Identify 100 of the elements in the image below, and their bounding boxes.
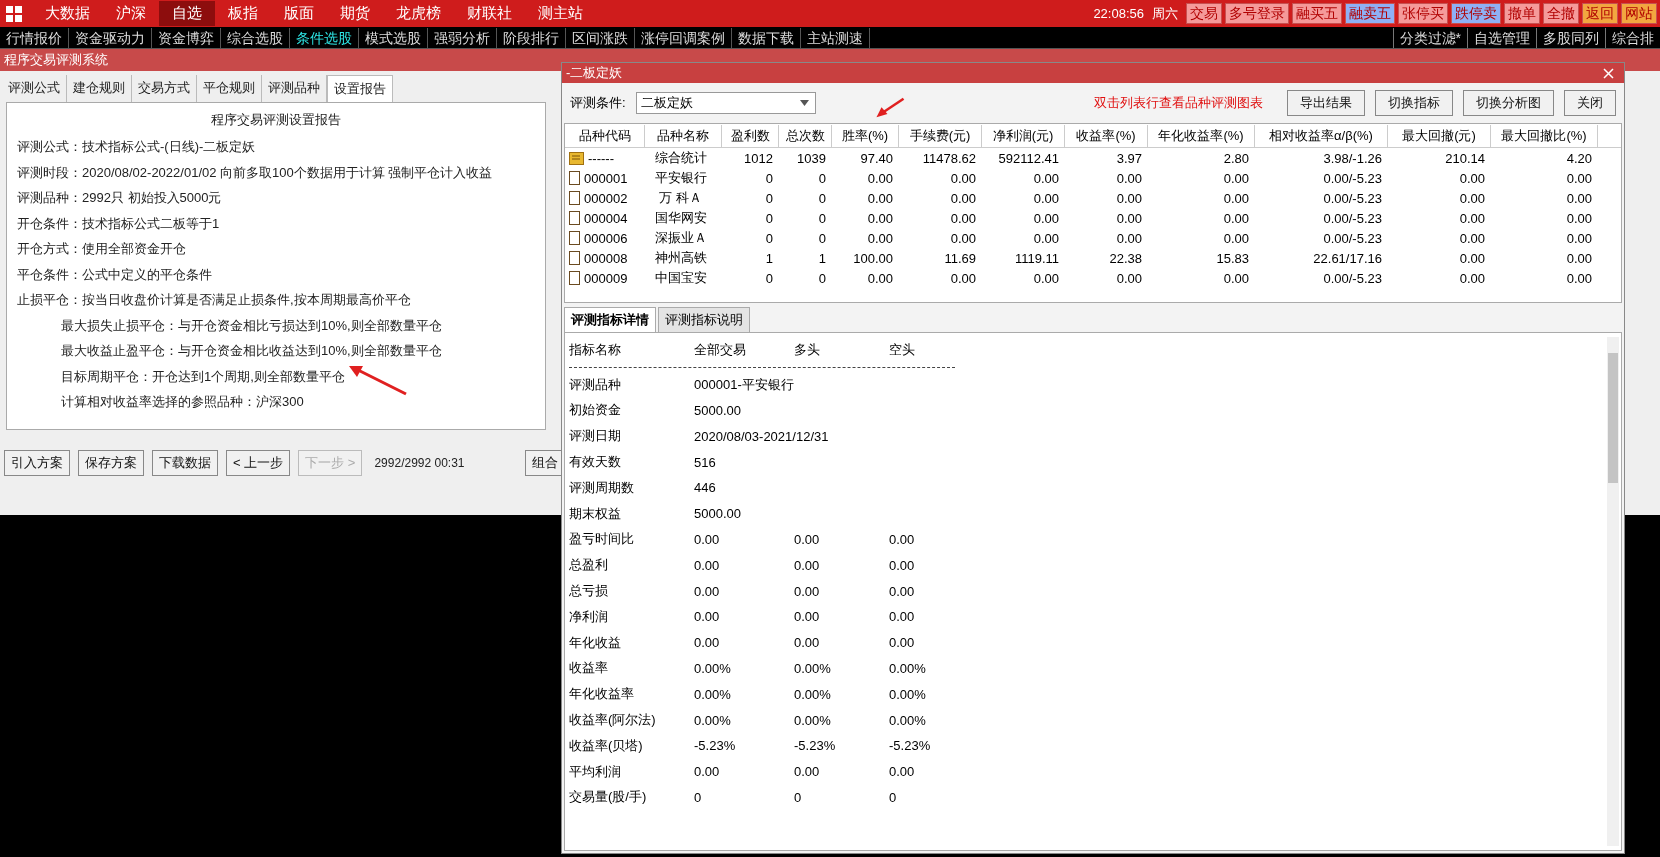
menu-item[interactable]: 板指	[215, 1, 271, 26]
caret-icon[interactable]	[799, 100, 809, 106]
table-cell-text: 0	[764, 270, 774, 286]
table-cell: 000004	[584, 210, 628, 226]
table-cell-text: 0.00	[1222, 170, 1250, 186]
toolbar-button[interactable]: 切换指标	[1375, 90, 1453, 116]
report-line: 止损平仓：按当日收盘价计算是否满足止损条件,按本周期最高价平仓	[16, 291, 412, 309]
condition-label: 评测条件:	[570, 94, 626, 112]
table-cell-text: 11.69	[943, 250, 977, 266]
table-cell-text: 0.00	[1458, 170, 1486, 186]
trade-button[interactable]: 融买五	[1292, 3, 1342, 24]
table-cell-text: 万 科Ａ	[658, 189, 703, 207]
menu-item[interactable]: 财联社	[454, 1, 525, 26]
window-title: 程序交易评测系统	[4, 51, 108, 69]
column-header[interactable]: 胜率(%)	[832, 124, 899, 147]
function-tab[interactable]: 数据下载	[732, 27, 801, 48]
table-cell-text: 1012	[743, 150, 774, 166]
toolbar-button[interactable]: 关闭	[1564, 90, 1616, 116]
metric-value: 0.00%	[694, 712, 732, 728]
function-tab[interactable]: 分类过滤*	[1392, 27, 1467, 48]
action-button[interactable]: 引入方案	[4, 450, 70, 476]
menu-item[interactable]: 期货	[327, 1, 383, 26]
condition-dropdown[interactable]: 二板定妖	[635, 92, 816, 114]
table-cell: 000009	[584, 270, 628, 286]
table-cell-text: 0.00	[1115, 230, 1143, 246]
table-cell-text: 210.14	[1444, 150, 1486, 166]
report-line: 平仓条件：公式中定义的平仓条件	[16, 265, 213, 284]
metric-name: 评测日期	[569, 427, 622, 446]
trade-button[interactable]: 网站	[1621, 3, 1657, 24]
function-tab[interactable]: 阶段排行	[497, 27, 566, 48]
toolbar-button[interactable]: 导出结果	[1287, 90, 1365, 116]
metric-name: 总盈利	[569, 556, 609, 575]
table-cell-text: 0.00	[949, 210, 977, 226]
metric-name: 评测周期数	[569, 478, 635, 497]
column-header[interactable]: 品种名称	[645, 124, 722, 147]
trade-button[interactable]: 返回	[1582, 3, 1618, 24]
document-icon	[569, 171, 580, 185]
action-button[interactable]: 保存方案	[78, 450, 144, 476]
tab[interactable]: 设置报告	[327, 75, 393, 102]
column-header[interactable]: 总次数	[779, 124, 832, 147]
table-cell-text: 平安银行	[653, 169, 708, 187]
table-cell-text: 0.00/-5.23	[1322, 190, 1383, 206]
function-tab[interactable]: 主站测速	[801, 27, 870, 48]
metric-name: 总亏损	[569, 582, 609, 601]
table-cell-text: 0.00	[1565, 230, 1593, 246]
function-tab[interactable]: 强弱分析	[428, 27, 497, 48]
column-header[interactable]: 品种代码	[565, 124, 645, 147]
function-tab[interactable]: 自选管理	[1467, 27, 1536, 48]
column-header[interactable]: 净利润(元)	[982, 124, 1065, 147]
table-cell-text: 0.00	[1458, 190, 1486, 206]
toolbar-button[interactable]: 切换分析图	[1463, 90, 1554, 116]
menu-item[interactable]: 自选	[159, 1, 215, 26]
table-cell-text: 4.20	[1565, 150, 1593, 166]
trade-button[interactable]: 张停买	[1398, 3, 1448, 24]
close-icon[interactable]	[1603, 67, 1614, 79]
trade-button[interactable]: 全撤	[1543, 3, 1579, 24]
function-tab[interactable]: 模式选股	[359, 27, 428, 48]
function-tab[interactable]: 资金驱动力	[69, 27, 152, 48]
trade-button[interactable]: 交易	[1186, 3, 1222, 24]
column-header[interactable]: 最大回撤比(%)	[1491, 124, 1598, 147]
column-header[interactable]: 最大回撤(元)	[1388, 124, 1491, 147]
annotation-arrow	[348, 364, 408, 396]
function-tab[interactable]: 资金博弈	[152, 27, 221, 48]
trade-button[interactable]: 撤单	[1504, 3, 1540, 24]
function-tab[interactable]: 多股同列	[1536, 27, 1605, 48]
menu-item[interactable]: 大数据	[32, 1, 103, 26]
table-cell-text: 1119.11	[1013, 250, 1060, 266]
report-title: 程序交易评测设置报告	[210, 111, 342, 129]
table-cell-text: 综合统计	[653, 149, 708, 167]
grid-icon[interactable]	[6, 5, 22, 22]
trade-button[interactable]: 多号登录	[1225, 3, 1289, 24]
table-cell-text: 0.00	[1222, 210, 1250, 226]
column-header[interactable]: 收益率(%)	[1065, 124, 1148, 147]
metric-value: 5000.00	[694, 403, 742, 418]
action-button[interactable]: < 上一步	[226, 450, 291, 476]
tab[interactable]: 评测指标说明	[658, 307, 750, 332]
function-tab[interactable]: 综合排	[1605, 27, 1660, 48]
column-header[interactable]: 相对收益率α/β(%)	[1255, 124, 1388, 147]
function-tab[interactable]: 条件选股	[290, 27, 359, 48]
function-tab[interactable]: 区间涨跌	[566, 27, 635, 48]
menu-item[interactable]: 沪深	[103, 1, 159, 26]
metric-name: 净利润	[569, 607, 609, 626]
metric-value: 0.00	[794, 764, 821, 780]
scrollbar[interactable]	[1607, 337, 1619, 846]
function-tab[interactable]: 行情报价	[0, 27, 69, 48]
action-button[interactable]: 下载数据	[152, 450, 218, 476]
menu-item[interactable]: 测主站	[525, 1, 596, 26]
function-tab[interactable]: 综合选股	[221, 27, 290, 48]
column-header[interactable]: 年化收益率(%)	[1148, 124, 1255, 147]
table-cell-text: 0.00	[949, 170, 977, 186]
column-header[interactable]: 盈利数	[722, 124, 779, 147]
function-tab[interactable]: 涨停回调案例	[635, 27, 732, 48]
tab[interactable]: 评测指标详情	[564, 307, 656, 332]
column-header[interactable]: 手续费(元)	[899, 124, 982, 147]
menu-item[interactable]: 龙虎榜	[383, 1, 454, 26]
table-cell-text: 0.00	[1032, 210, 1060, 226]
table-cell-text: 0	[817, 210, 827, 226]
report-line: 最大收益止盈平仓：与开仓资金相比收益达到10%,则全部数量平仓	[60, 342, 443, 360]
document-icon	[569, 211, 580, 225]
menu-item[interactable]: 版面	[271, 1, 327, 26]
